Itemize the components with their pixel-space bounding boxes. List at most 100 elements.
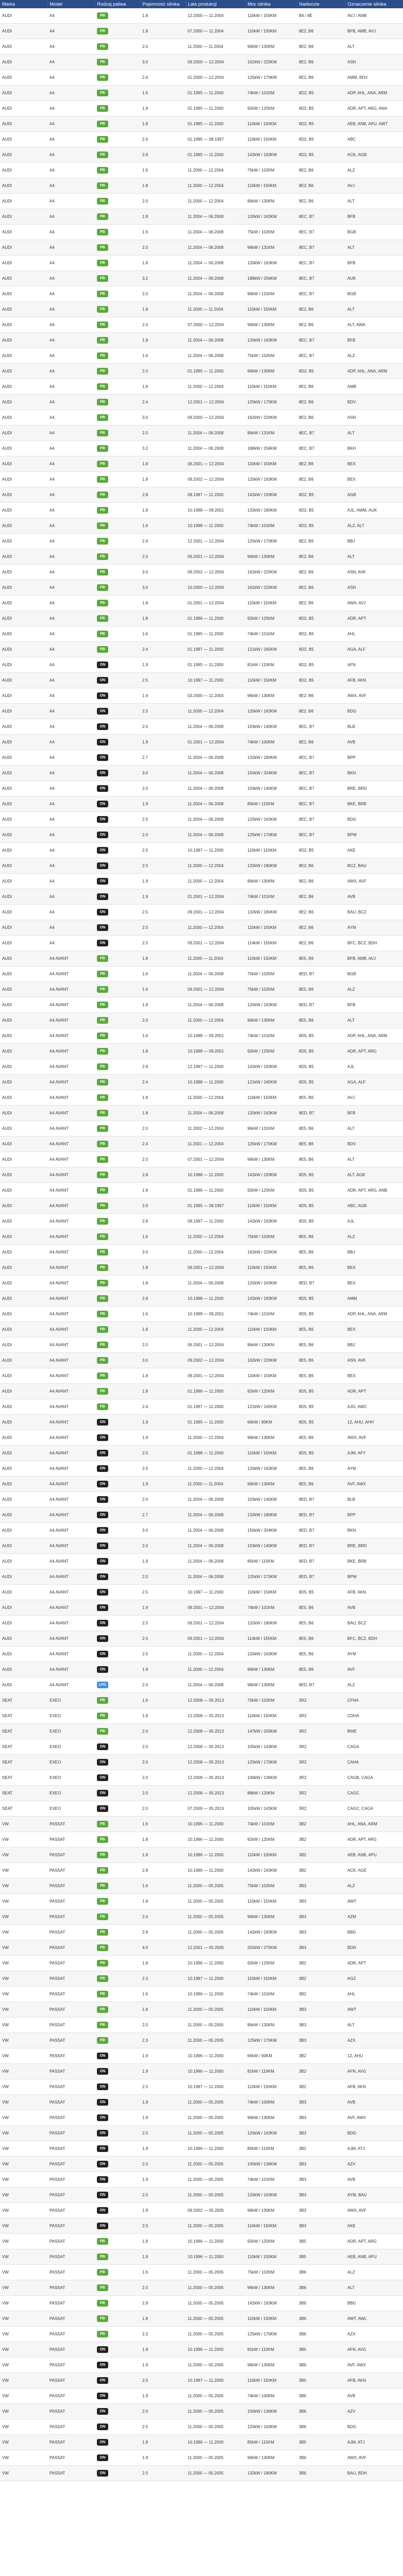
- table-row: VW PASSAT PB 1.8 11.2000 — 05.2005 110kW / 15…: [0, 1893, 403, 1909]
- fuel-badge: ON: [97, 692, 108, 699]
- body-cell: 8E5, B6: [297, 1600, 345, 1616]
- years-cell: 01.2000 — 12.2004: [186, 70, 245, 86]
- model-cell: A4 AVANT: [47, 1522, 95, 1538]
- engine-code-cell: ADR, APT, ARG: [345, 1832, 403, 1848]
- years-cell: 11.2000 — 11.2004: [186, 39, 245, 55]
- capacity-cell: 1.8: [140, 1043, 186, 1059]
- power-cell: 125kW / 170KM: [245, 1569, 297, 1585]
- model-cell: A4: [47, 719, 95, 735]
- body-cell: 8E5, B6: [297, 1631, 345, 1647]
- fuel-cell: PB: [95, 471, 140, 487]
- years-cell: 09.2001 — 12.2004: [186, 904, 245, 920]
- body-cell: 8D2, B5: [297, 842, 345, 858]
- table-row: AUDI A4 PB 2.8 01.1995 — 11.2000 142kW / 193K…: [0, 147, 403, 163]
- engine-code-cell: AUK: [345, 270, 403, 286]
- table-row: AUDI A4 AVANT PB 1.6 09.2001 — 12.2004 75kW /…: [0, 981, 403, 997]
- engine-code-cell: AWT: [345, 1893, 403, 1909]
- years-cell: 11.2000 — 12.2004: [186, 1430, 245, 1446]
- fuel-badge: ON: [97, 2377, 108, 2384]
- table-row: AUDI A4 AVANT PB 1.8 11.2000 — 12.2004 110kW …: [0, 1321, 403, 1337]
- body-cell: 8EC, B7: [297, 209, 345, 225]
- body-cell: 3B6: [297, 2419, 345, 2435]
- brand-cell: AUDI: [0, 1244, 47, 1260]
- brand-cell: AUDI: [0, 626, 47, 642]
- model-cell: A4 AVANT: [47, 1105, 95, 1121]
- table-row: AUDI A4 AVANT PB 1.6 11.2004 — 06.2008 75kW /…: [0, 966, 403, 982]
- years-cell: 07.2001 — 12.2004: [186, 1151, 245, 1167]
- capacity-cell: 1.9: [140, 2110, 186, 2126]
- fuel-badge: PB: [97, 383, 108, 390]
- table-row: AUDI A4 PB 2.0 01.1995 — 11.2000 96kW / 130KM…: [0, 363, 403, 379]
- fuel-cell: ON: [95, 719, 140, 735]
- brand-cell: AUDI: [0, 1074, 47, 1090]
- brand-cell: AUDI: [0, 981, 47, 997]
- table-row: AUDI A4 ON 2.0 11.2004 — 06.2008 125kW / 170K…: [0, 827, 403, 843]
- model-cell: PASSAT: [47, 2110, 95, 2126]
- engine-code-cell: CFNA: [345, 1692, 403, 1708]
- engine-code-cell: BDG: [345, 2419, 403, 2435]
- years-cell: 11.2004 — 06.2008: [186, 332, 245, 348]
- body-cell: 8EC, B7: [297, 255, 345, 271]
- table-row: SEAT EXEO ON 2.0 12.2008 — 05.2013 125kW / 17…: [0, 1754, 403, 1770]
- table-row: AUDI A4 PB 2.0 11.2004 — 06.2008 96kW / 131KM…: [0, 240, 403, 256]
- table-row: VW PASSAT PB 1.8 10.1996 — 11.2000 92kW / 125…: [0, 1955, 403, 1971]
- fuel-badge: PB: [97, 1913, 108, 1920]
- power-cell: 110kW / 150KM: [245, 23, 297, 39]
- model-cell: A4: [47, 116, 95, 132]
- fuel-badge: ON: [97, 2053, 108, 2059]
- engine-code-cell: AZX: [345, 2326, 403, 2342]
- power-cell: 74kW / 101KM: [245, 626, 297, 642]
- fuel-badge: PB: [97, 2300, 108, 2307]
- brand-cell: AUDI: [0, 270, 47, 286]
- table-row: AUDI A4 PB 1.6 11.2004 — 06.2008 75kW / 102KM…: [0, 224, 403, 240]
- years-cell: 11.2004 — 06.2008: [186, 827, 245, 843]
- fuel-cell: PB: [95, 487, 140, 503]
- fuel-badge: PB: [97, 1048, 108, 1055]
- capacity-cell: 2.5: [140, 1461, 186, 1477]
- capacity-cell: 2.0: [140, 39, 186, 55]
- years-cell: 01.1995 — 08.1997: [186, 1198, 245, 1214]
- years-cell: 09.2001 — 12.2004: [186, 1260, 245, 1276]
- fuel-badge: ON: [97, 2223, 108, 2229]
- body-cell: 3R2: [297, 1801, 345, 1817]
- model-cell: A4: [47, 255, 95, 271]
- fuel-cell: PB: [95, 626, 140, 642]
- capacity-cell: 1.8: [140, 23, 186, 39]
- model-cell: A4: [47, 858, 95, 874]
- years-cell: 10.1996 — 11.2000: [186, 2249, 245, 2265]
- capacity-cell: 1.6: [140, 626, 186, 642]
- brand-cell: AUDI: [0, 580, 47, 596]
- years-cell: 11.2000 — 12.2004: [186, 1321, 245, 1337]
- power-cell: 132kW / 180KM: [245, 750, 297, 766]
- engine-code-cell: AEB, ANB, APU, AWT: [345, 116, 403, 132]
- brand-cell: AUDI: [0, 1662, 47, 1677]
- power-cell: 162kW / 220KM: [245, 1352, 297, 1368]
- years-cell: 07.2000 — 12.2004: [186, 317, 245, 333]
- fuel-cell: ON: [95, 750, 140, 766]
- body-cell: 8E5, B6: [297, 1646, 345, 1662]
- fuel-badge: PB: [97, 1342, 108, 1348]
- table-row: AUDI A4 PB 3.0 09.2000 — 12.2004 162kW / 220K…: [0, 410, 403, 426]
- brand-cell: AUDI: [0, 997, 47, 1013]
- table-row: VW PASSAT PB 2.3 10.1997 — 11.2000 110kW / 15…: [0, 1971, 403, 1987]
- model-cell: PASSAT: [47, 1847, 95, 1863]
- years-cell: 01.1997 — 11.2000: [186, 1399, 245, 1415]
- years-cell: 10.1996 — 11.2000: [186, 2141, 245, 2157]
- fuel-cell: PB: [95, 8, 140, 24]
- fuel-badge: PB: [97, 1156, 108, 1163]
- years-cell: 01.1995 — 11.2000: [186, 85, 245, 101]
- capacity-cell: 1.6: [140, 1306, 186, 1322]
- fuel-cell: PB: [95, 1182, 140, 1198]
- table-row: AUDI A4 AVANT PB 2.4 11.2001 — 12.2004 125kW …: [0, 1136, 403, 1152]
- fuel-badge: PB: [97, 430, 108, 436]
- years-cell: 11.2000 — 12.2004: [186, 379, 245, 395]
- fuel-badge: PB: [97, 2269, 108, 2276]
- power-cell: 96kW / 130KM: [245, 193, 297, 209]
- years-cell: 01.1998 — 11.2000: [186, 1445, 245, 1461]
- years-cell: 11.2004 — 06.2008: [186, 240, 245, 256]
- years-cell: 11.2004 — 06.2008: [186, 781, 245, 796]
- model-cell: EXEO: [47, 1801, 95, 1817]
- fuel-badge: PB: [97, 615, 108, 622]
- years-cell: 11.2000 — 11.2004: [186, 951, 245, 967]
- engine-code-cell: 1Z, AHU: [345, 2048, 403, 2064]
